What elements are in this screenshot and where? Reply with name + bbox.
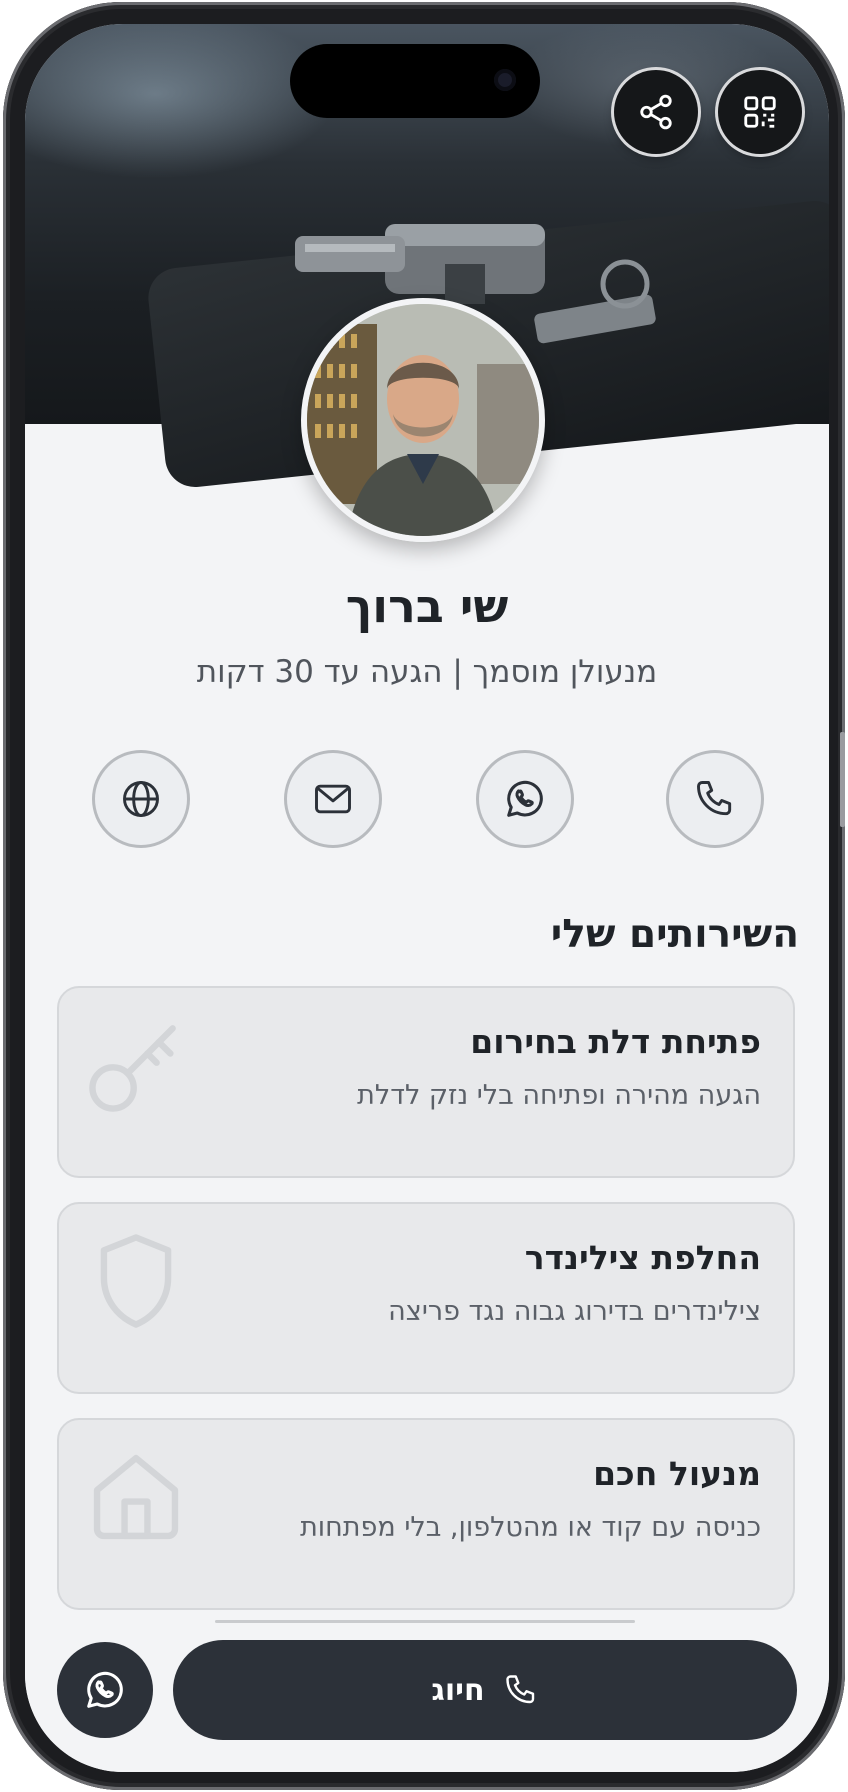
share-button[interactable] [614,70,698,154]
service-description: צילינדרים בדירוג גבוה נגד פריצה [388,1296,761,1327]
key-icon [89,1025,176,1112]
mail-contact-button[interactable] [287,753,379,845]
home-icon [93,1454,179,1540]
whatsapp-button[interactable] [57,1642,153,1738]
services-title: השירותים שלי [550,912,799,957]
call-button[interactable]: חיוג [173,1640,797,1740]
screen: שי ברוך מנעולן מוסמך | הגעה עד 30 דקות ה… [25,24,829,1772]
whatsapp-icon [87,1671,123,1708]
phone-icon [505,1675,534,1704]
dynamic-island [290,44,540,118]
divider [215,1620,635,1623]
service-card[interactable]: החלפת צילינדר צילינדרים בדירוג גבוה נגד … [57,1202,795,1394]
website-contact-button[interactable] [95,753,187,845]
profile-name: שי ברוך [345,579,509,633]
mail-icon [315,784,351,814]
phone-contact-button[interactable] [669,753,761,845]
phone-frame: שי ברוך מנעולן מוסמך | הגעה עד 30 דקות ה… [3,2,845,1790]
whatsapp-contact-button[interactable] [479,753,571,845]
call-button-label: חיוג [431,1672,485,1708]
side-button [840,732,845,827]
service-description: כניסה עם קוד או מהטלפון, בלי מפתחות [300,1512,761,1543]
avatar-photo [307,304,539,536]
share-icon [640,94,672,130]
service-card[interactable]: פתיחת דלת בחירום הגעה מהירה ופתיחה בלי נ… [57,986,795,1178]
service-description: הגעה מהירה ופתיחה בלי נזק לדלת [357,1080,761,1111]
service-title: פתיחת דלת בחירום [470,1022,761,1061]
avatar [301,298,545,542]
qr-code-button[interactable] [718,70,802,154]
shield-icon [100,1234,172,1328]
qr-code-icon [744,96,776,128]
phone-icon [697,781,732,816]
globe-icon [123,781,159,817]
service-title: מנעול חכם [593,1454,761,1493]
camera [494,69,516,91]
whatsapp-icon [507,780,543,817]
service-title: החלפת צילינדר [524,1238,761,1277]
service-card[interactable]: מנעול חכם כניסה עם קוד או מהטלפון, בלי מ… [57,1418,795,1610]
profile-subtitle: מנעולן מוסמך | הגעה עד 30 דקות [196,654,658,690]
